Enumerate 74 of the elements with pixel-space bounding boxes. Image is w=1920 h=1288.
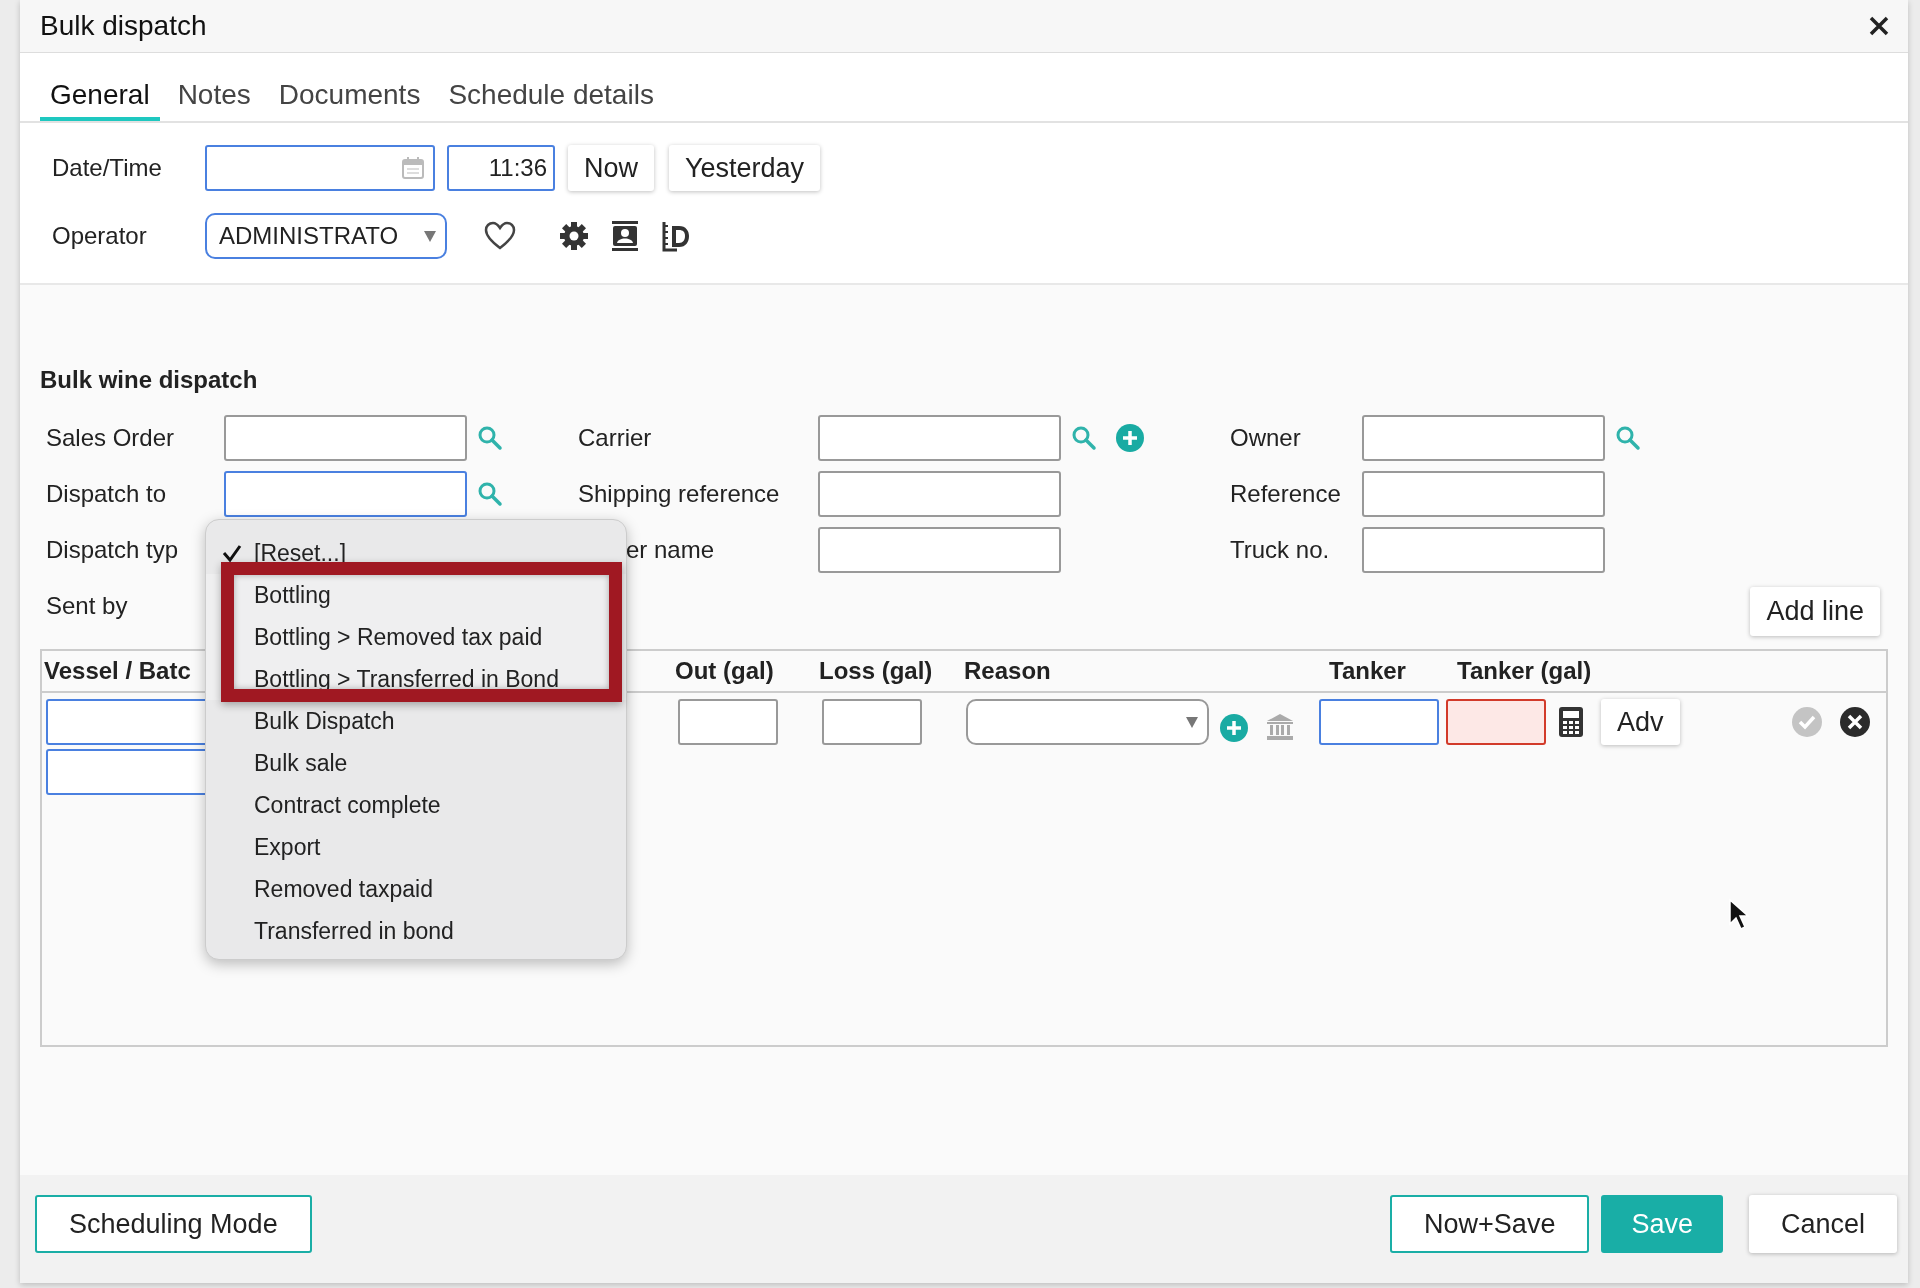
- add-line-button[interactable]: Add line: [1750, 587, 1880, 636]
- operator-select[interactable]: ADMINISTRATO: [205, 213, 447, 259]
- input-field[interactable]: [1362, 527, 1605, 573]
- tab[interactable]: Schedule details: [438, 79, 664, 121]
- add-icon[interactable]: [1115, 423, 1145, 453]
- column-header: Loss (gal): [819, 657, 933, 685]
- field-label: Truck no.: [1230, 536, 1331, 564]
- check-icon: [222, 544, 242, 562]
- field-label: Owner: [1230, 424, 1302, 452]
- input-field[interactable]: [818, 415, 1061, 461]
- menu-item[interactable]: Transferred in bond: [206, 910, 626, 952]
- menu-item[interactable]: Bottling > Removed tax paid: [206, 616, 626, 658]
- menu-item[interactable]: Contract complete: [206, 784, 626, 826]
- field-label: Shipping reference: [578, 480, 781, 508]
- scheduling-mode-button[interactable]: Scheduling Mode: [35, 1195, 312, 1253]
- document-icon[interactable]: [661, 220, 691, 252]
- input-field[interactable]: [1446, 699, 1546, 745]
- input-field[interactable]: [224, 415, 467, 461]
- menu-item[interactable]: Export: [206, 826, 626, 868]
- field-label: er name: [625, 536, 716, 564]
- column-header: Vessel / Batc: [44, 657, 191, 685]
- input-field[interactable]: [224, 471, 467, 517]
- column-header: Tanker: [1329, 657, 1406, 685]
- footer-button[interactable]: Now+Save: [1390, 1195, 1590, 1253]
- time-field[interactable]: 11:36: [447, 145, 555, 191]
- date-shortcut-button[interactable]: Yesterday: [669, 145, 821, 191]
- field-label: Sales Order: [46, 424, 176, 452]
- settings-icon[interactable]: [559, 221, 589, 251]
- heart-icon[interactable]: [484, 221, 516, 251]
- input-field[interactable]: [818, 471, 1061, 517]
- column-header: Out (gal): [675, 657, 774, 685]
- field-label: Dispatch to: [46, 480, 168, 508]
- tab[interactable]: Notes: [167, 79, 261, 121]
- dialog-title: Bulk dispatch: [40, 10, 207, 42]
- date-field[interactable]: [205, 145, 435, 191]
- input-field[interactable]: [1362, 415, 1605, 461]
- input-field[interactable]: [818, 527, 1061, 573]
- calculator-icon[interactable]: [1558, 706, 1584, 738]
- search-icon[interactable]: [1615, 425, 1641, 451]
- tab[interactable]: Documents: [268, 79, 431, 121]
- close-icon[interactable]: [1868, 15, 1890, 37]
- advanced-button[interactable]: Adv: [1601, 699, 1680, 745]
- add-icon[interactable]: [1219, 713, 1249, 743]
- bank-icon[interactable]: [1266, 713, 1294, 741]
- field-label: Dispatch typ: [46, 536, 180, 564]
- field-label: Carrier: [578, 424, 653, 452]
- column-header: Tanker (gal): [1457, 657, 1592, 685]
- search-icon[interactable]: [477, 425, 503, 451]
- reason-select[interactable]: [966, 699, 1209, 745]
- field-label: Reference: [1230, 480, 1342, 508]
- field-label: Date/Time: [52, 154, 163, 182]
- input-field[interactable]: [678, 699, 778, 745]
- search-icon[interactable]: [477, 481, 503, 507]
- input-field[interactable]: [1319, 699, 1439, 745]
- menu-item[interactable]: Bulk sale: [206, 742, 626, 784]
- date-shortcut-button[interactable]: Now: [568, 145, 654, 191]
- menu-item[interactable]: Bulk Dispatch: [206, 700, 626, 742]
- menu-item[interactable]: Bottling: [206, 574, 626, 616]
- caret-icon: [1185, 715, 1199, 729]
- input-field[interactable]: [1362, 471, 1605, 517]
- search-icon[interactable]: [1071, 425, 1097, 451]
- input-field[interactable]: [822, 699, 922, 745]
- contact-card-icon[interactable]: [611, 220, 639, 252]
- footer-button[interactable]: Cancel: [1748, 1195, 1897, 1253]
- section-heading: Bulk wine dispatch: [40, 365, 259, 395]
- caret-icon: [423, 229, 437, 243]
- check-icon[interactable]: [1790, 706, 1823, 738]
- field-label: Operator: [52, 222, 148, 250]
- menu-item[interactable]: [Reset...]: [206, 532, 626, 574]
- remove-icon[interactable]: [1838, 706, 1871, 738]
- column-header: Reason: [964, 657, 1051, 685]
- field-label: Sent by: [46, 592, 129, 620]
- calendar-icon[interactable]: [401, 156, 425, 180]
- menu-item[interactable]: Removed taxpaid: [206, 868, 626, 910]
